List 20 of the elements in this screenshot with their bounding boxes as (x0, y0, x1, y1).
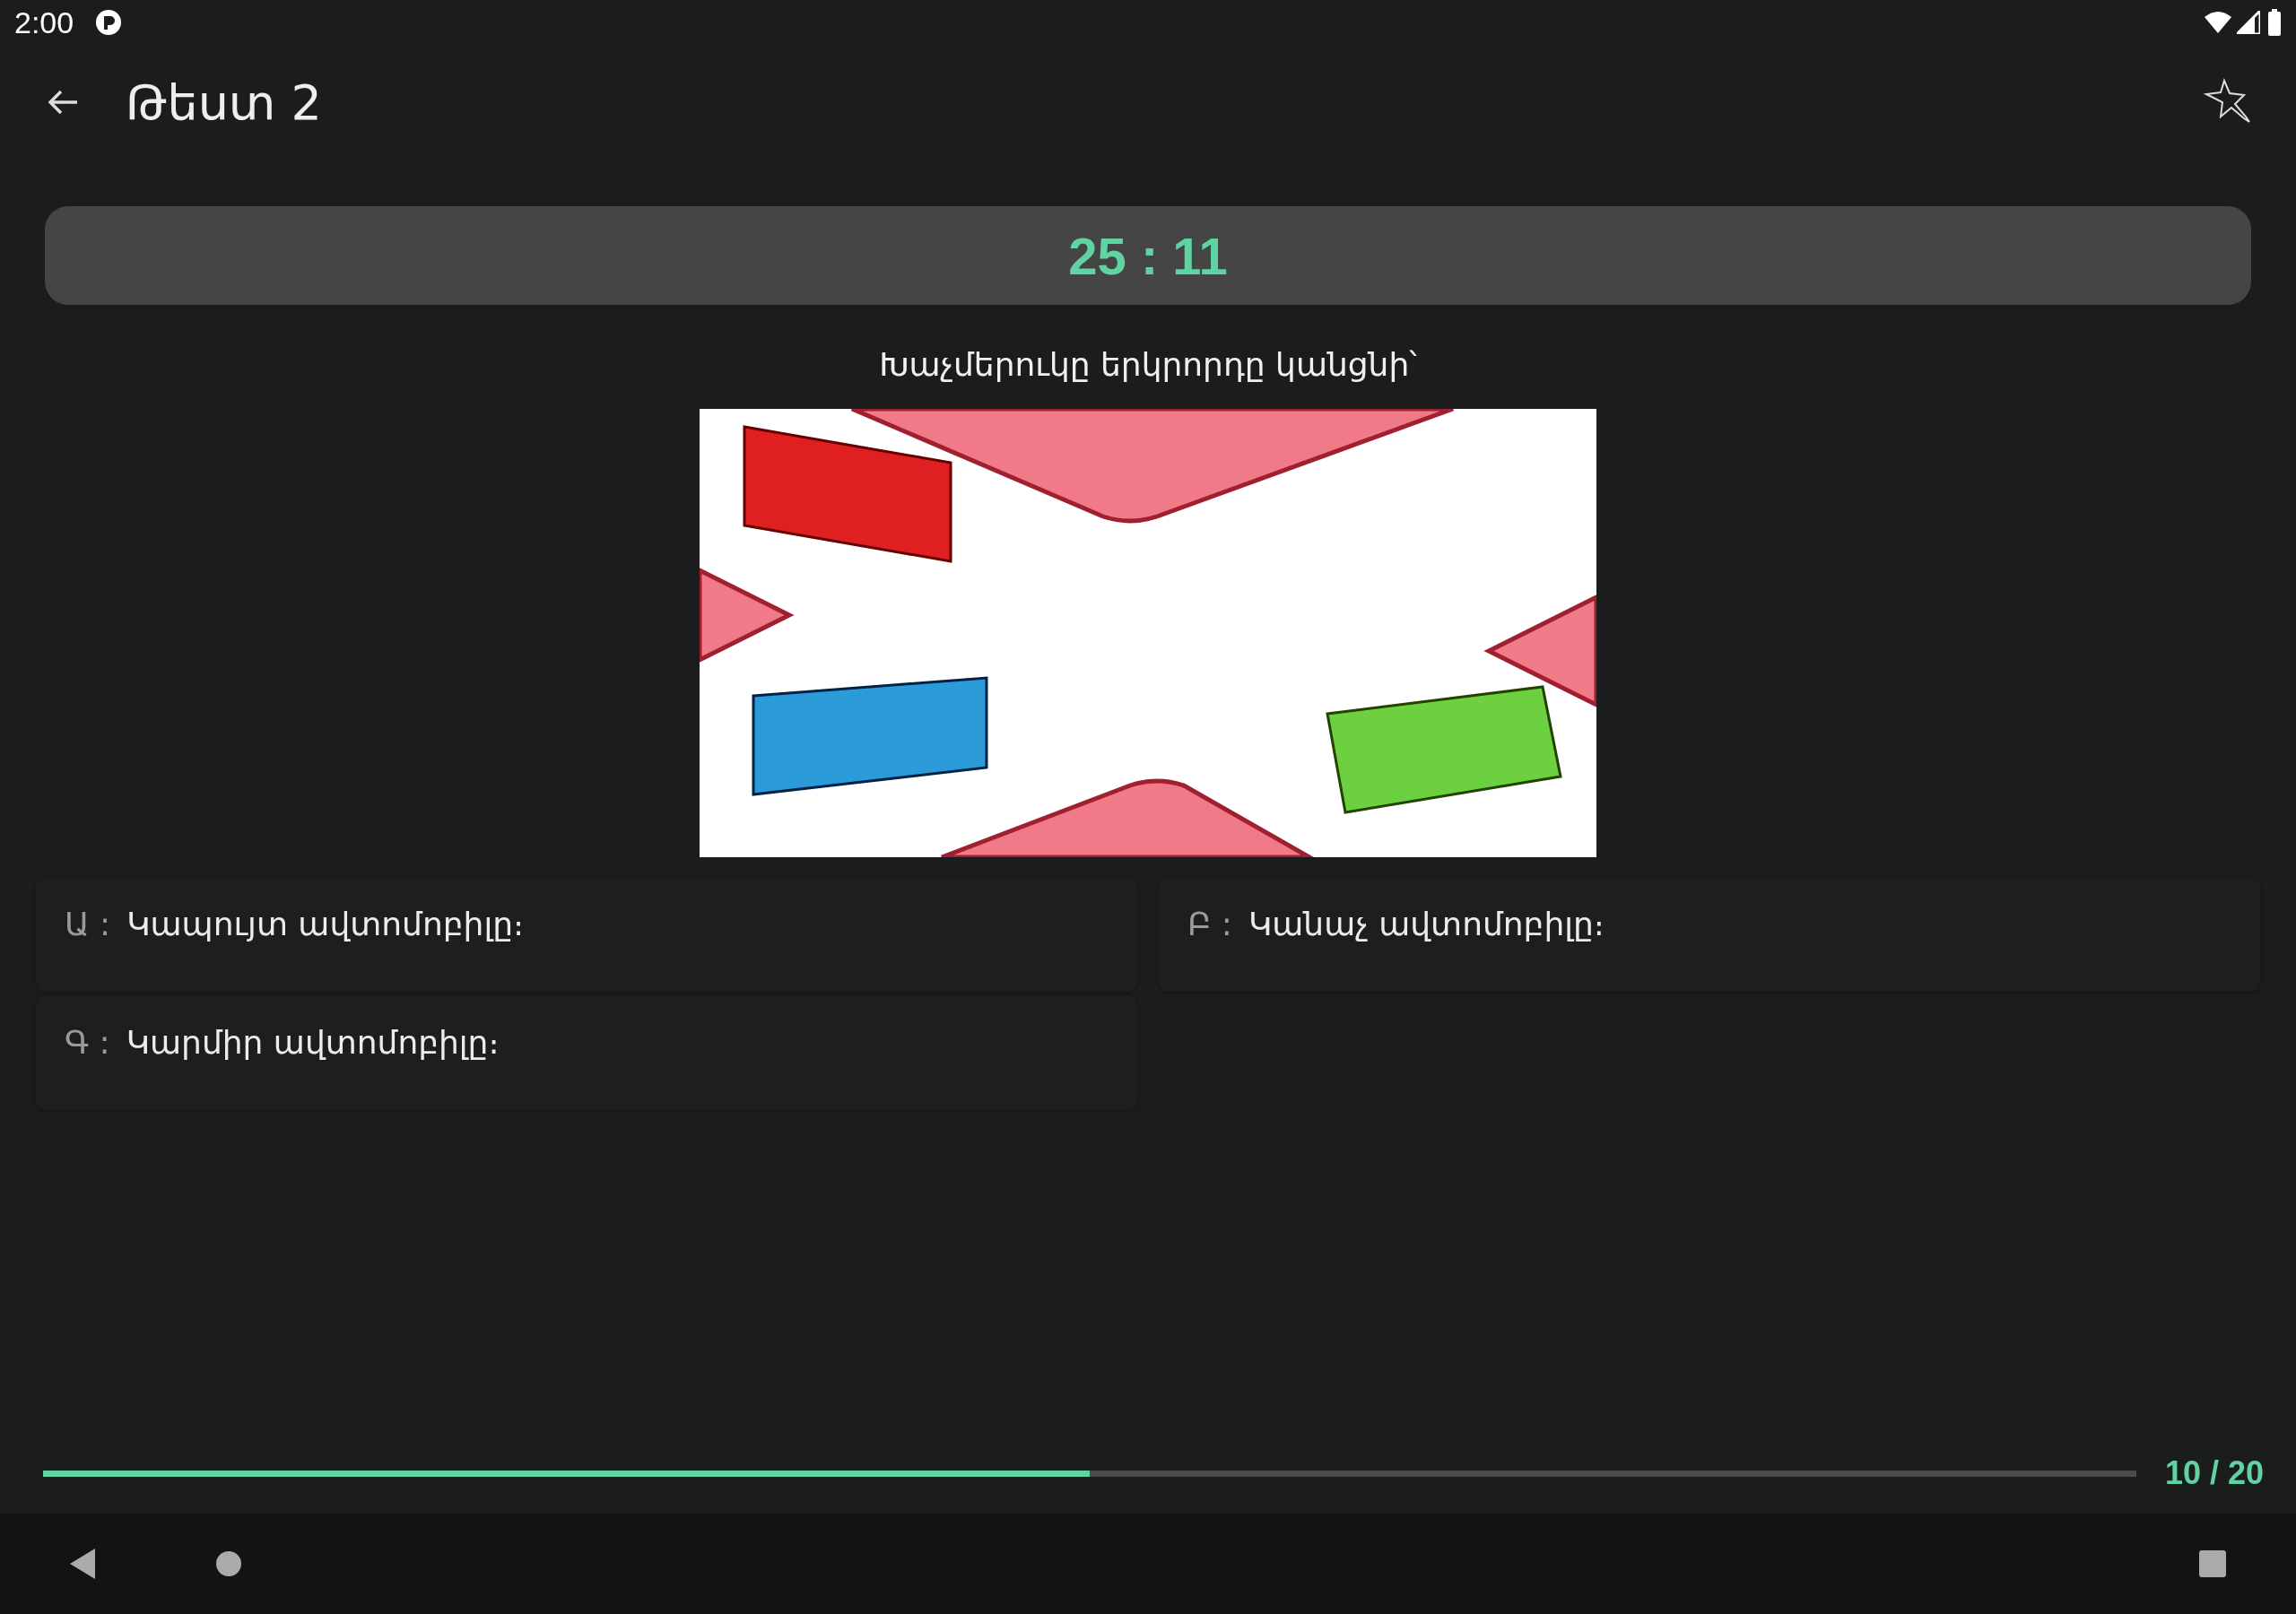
progress-label: 10 / 20 (2164, 1453, 2264, 1493)
option-letter: Գ : (65, 1023, 110, 1063)
option-text: Կանաչ ավտոմոբիլը։ (1248, 905, 1605, 944)
signal-icon (2237, 11, 2260, 34)
option-letter: Բ : (1187, 905, 1232, 944)
answer-option[interactable]: Գ : Կարմիր ավտոմոբիլը։ (36, 995, 1137, 1110)
notification-icon (95, 9, 123, 36)
countdown-timer: 25 : 11 (45, 206, 2251, 305)
nav-home-icon[interactable] (215, 1550, 242, 1577)
option-text: Կարմիր ավտոմոբիլը։ (126, 1023, 500, 1063)
screen-title: Թեստ 2 (126, 73, 322, 133)
option-letter: Ա : (65, 905, 111, 944)
answer-option[interactable]: Ա : Կապույտ ավտոմոբիլը։ (36, 877, 1137, 992)
question-text: Խաչմերուկը երկրորդը կանցնի՝ (878, 345, 1418, 385)
answer-option[interactable]: Բ : Կանաչ ավտոմոբիլը։ (1159, 877, 2260, 992)
option-text: Կապույտ ավտոմոբիլը։ (126, 905, 525, 944)
wifi-icon (2205, 11, 2231, 34)
battery-icon (2267, 9, 2282, 36)
status-time: 2:00 (14, 4, 74, 41)
nav-back-icon[interactable] (70, 1549, 97, 1579)
